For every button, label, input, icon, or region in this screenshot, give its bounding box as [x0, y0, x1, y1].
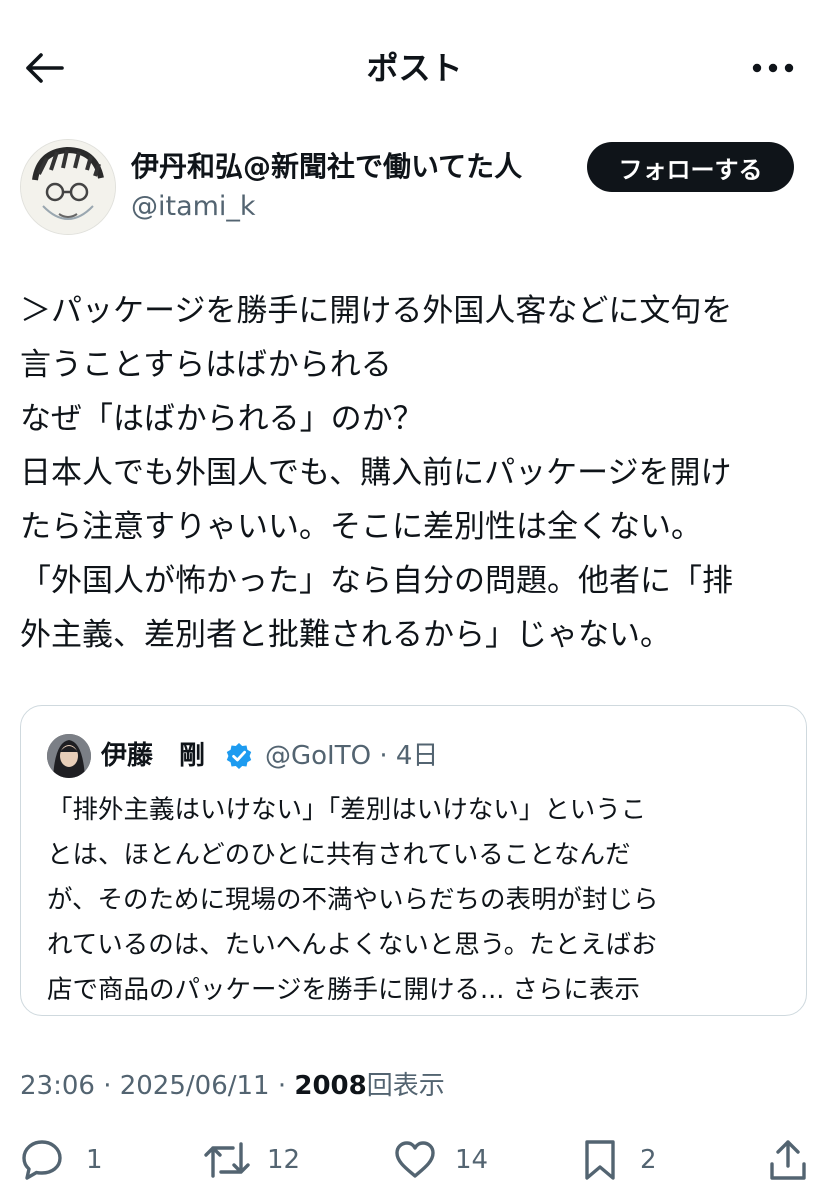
post-text-line: ＞パッケージを勝手に開ける外国人客などに文句を	[20, 293, 733, 329]
repost-count: 12	[267, 1145, 301, 1175]
post-text-line: 日本人でも外国人でも、購入前にパッケージを開け	[20, 455, 732, 491]
post-text-line: 外主義、差別者と批難されるから」じゃない。	[20, 617, 671, 653]
reply-icon	[22, 1140, 62, 1180]
share-icon	[770, 1140, 806, 1180]
portrait-avatar-image	[47, 734, 91, 778]
quoted-text-line: 店で商品のパッケージを勝手に開ける... さらに表示	[47, 968, 787, 1013]
more-horizontal-icon	[752, 63, 794, 73]
quoted-author-name: 伊藤 剛	[101, 741, 206, 771]
views-label: 回表示	[366, 1071, 445, 1101]
post-text-line: 言うことすらはばかられる	[20, 347, 392, 383]
like-count: 14	[455, 1145, 489, 1175]
like-button[interactable]: 14	[393, 1135, 488, 1185]
quoted-text-line: とは、ほとんどのひとに共有されていることなんだ	[47, 840, 631, 870]
author-handle[interactable]: @itami_k	[131, 187, 256, 227]
bookmark-button[interactable]: 2	[580, 1135, 657, 1185]
quoted-author-avatar	[47, 734, 91, 778]
views-count: 2008	[294, 1071, 367, 1101]
action-bar: 1 12 14 2	[0, 1135, 829, 1185]
top-bar: ポスト	[0, 0, 829, 132]
post-timestamp[interactable]: 23:06 · 2025/06/11 ·	[20, 1071, 294, 1101]
repost-icon	[204, 1142, 250, 1178]
quoted-text-line: れているのは、たいへんよくないと思う。たとえばお	[47, 930, 657, 960]
quoted-text-tail: 店で商品のパッケージを勝手に開ける...	[47, 975, 505, 1005]
quoted-text-line: が、そのために現場の不満やいらだちの表明が封じら	[47, 885, 659, 915]
repost-button[interactable]: 12	[203, 1135, 300, 1185]
more-options-button[interactable]	[749, 44, 797, 92]
quoted-post-card[interactable]: 伊藤 剛 @GoITO · 4日 「排外主義はいけない」「差別はいけない」という…	[20, 705, 807, 1016]
sketch-face-avatar-image	[21, 140, 115, 234]
author-avatar[interactable]	[20, 139, 116, 235]
reply-button[interactable]: 1	[20, 1135, 103, 1185]
show-more-link[interactable]: さらに表示	[512, 975, 640, 1005]
bookmark-count: 2	[640, 1145, 657, 1175]
post-text-line: なぜ「はばかられる」のか？	[20, 401, 424, 437]
reply-count: 1	[86, 1145, 103, 1175]
post-text: ＞パッケージを勝手に開ける外国人客などに文句を 言うことすらはばかられる なぜ「…	[20, 284, 810, 662]
quoted-handle-time: @GoITO · 4日	[265, 741, 439, 771]
bookmark-icon	[585, 1140, 615, 1180]
page-title: ポスト	[366, 49, 463, 87]
quoted-post-text: 「排外主義はいけない」「差別はいけない」というこ とは、ほとんどのひとに共有され…	[47, 788, 787, 1013]
verified-badge-icon	[226, 743, 252, 769]
share-button[interactable]	[766, 1135, 810, 1185]
post-text-line: 「外国人が怖かった」なら自分の問題。他者に「排	[20, 563, 733, 599]
post-text-line: たら注意すりゃいい。そこに差別性は全くない。	[20, 509, 702, 545]
author-name[interactable]: 伊丹和弘@新聞社で働いてた人	[131, 147, 522, 187]
follow-button[interactable]: フォローする	[587, 142, 794, 192]
quoted-text-line: 「排外主義はいけない」「差別はいけない」というこ	[47, 795, 647, 825]
post-meta: 23:06 · 2025/06/11 · 2008回表示	[20, 1066, 445, 1106]
heart-icon	[395, 1141, 435, 1178]
